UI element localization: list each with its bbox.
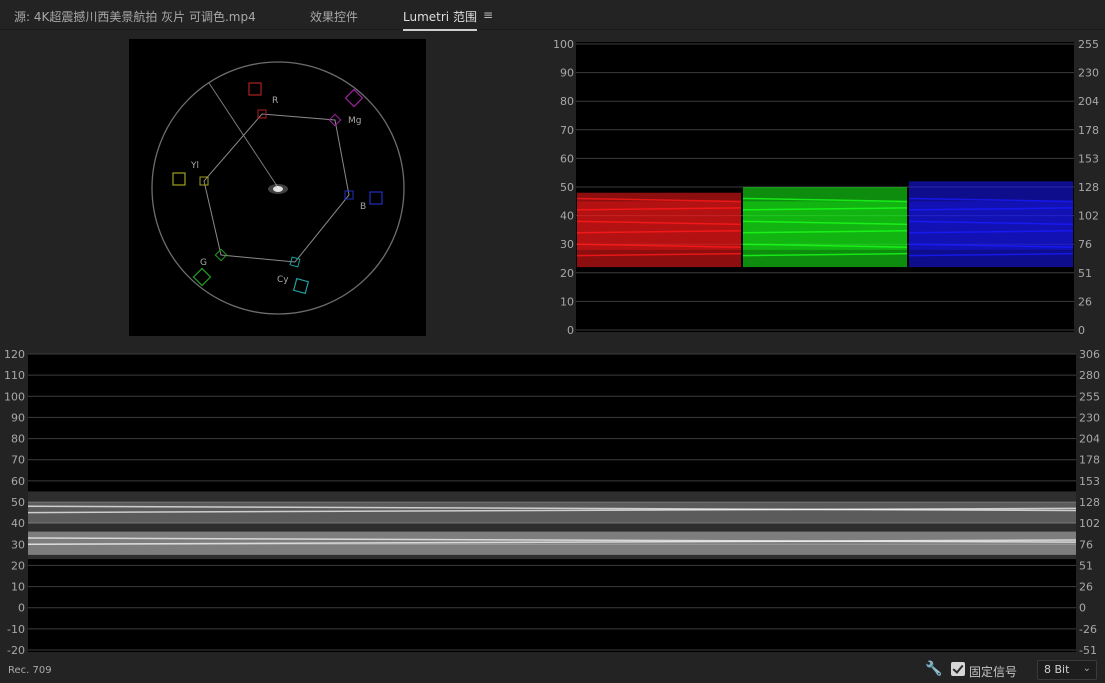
parade-left-tick: 50 <box>560 181 574 194</box>
waveform-right-tick: 26 <box>1079 581 1093 594</box>
panel-tab-bar: 源: 4K超震撼川西美景航拍 灰片 可调色.mp4 效果控件 Lumetri 范… <box>0 0 1105 31</box>
waveform-left-tick: 90 <box>11 411 25 424</box>
skin-tone-line <box>208 82 280 190</box>
waveform-right-tick: 178 <box>1079 454 1100 467</box>
waveform-left-tick: 30 <box>11 538 25 551</box>
parade-left-tick: 80 <box>560 95 574 108</box>
clamp-signal-checkbox[interactable] <box>951 662 965 676</box>
waveform-right-tick: 76 <box>1079 538 1093 551</box>
parade-right-tick: 204 <box>1078 95 1099 108</box>
parade-left-tick: 40 <box>560 210 574 223</box>
parade-left-tick: 60 <box>560 152 574 165</box>
hamburger-menu-icon[interactable]: ≡ <box>483 8 493 22</box>
waveform-right-tick: 102 <box>1079 517 1100 530</box>
tab-source[interactable]: 源: 4K超震撼川西美景航拍 灰片 可调色.mp4 <box>14 8 256 25</box>
parade-left-tick: 20 <box>560 267 574 280</box>
target-outer-yl <box>172 172 186 186</box>
parade-left-tick: 100 <box>553 38 574 51</box>
waveform-right-tick: 204 <box>1079 433 1100 446</box>
label-mg: Mg <box>348 116 361 126</box>
waveform-left-tick: -20 <box>7 644 25 654</box>
parade-left-tick: 70 <box>560 124 574 137</box>
waveform-right-tick: 306 <box>1079 348 1100 361</box>
parade-right-tick: 230 <box>1078 67 1099 80</box>
waveform-left-tick: 0 <box>18 602 25 615</box>
parade-right-tick: 153 <box>1078 152 1099 165</box>
waveform-left-tick: 80 <box>11 433 25 446</box>
bit-depth-dropdown[interactable]: 8 Bit ⌄ <box>1037 660 1097 680</box>
waveform-right-tick: -51 <box>1079 644 1097 654</box>
label-r: R <box>272 96 278 106</box>
target-outer-r <box>248 82 262 96</box>
vectorscope: R Mg B Cy G Yl <box>129 39 426 336</box>
waveform-right-tick: 128 <box>1079 496 1100 509</box>
label-yl: Yl <box>190 161 199 171</box>
waveform-left-tick: 20 <box>11 559 25 572</box>
bit-depth-value: 8 Bit <box>1044 663 1070 676</box>
waveform-left-tick: 60 <box>11 475 25 488</box>
luma-waveform-graphic: 1201101009080706050403020100-10-20 30628… <box>4 348 1100 657</box>
waveform-left-tick: -10 <box>7 623 25 636</box>
rgb-parade: 100 90 80 70 60 50 40 30 20 10 0 255 230 204 178 153 12… <box>540 36 1105 337</box>
rgb-parade-graphic: 1009080706050403020100 25523020417815312… <box>553 38 1099 337</box>
luma-waveform: 120 110 100 90 80 70 60 50 40 30 20 10 0 -10 -20 306 28… <box>0 348 1105 657</box>
label-g: G <box>200 258 207 268</box>
waveform-right-tick: 153 <box>1079 475 1100 488</box>
waveform-left-tick: 110 <box>4 369 25 382</box>
parade-right-tick: 76 <box>1078 238 1092 251</box>
parade-right-tick: 26 <box>1078 295 1092 308</box>
waveform-right-tick: 0 <box>1079 602 1086 615</box>
waveform-left-tick: 10 <box>11 581 25 594</box>
waveform-left-tick: 100 <box>4 390 25 403</box>
parade-right-tick: 0 <box>1078 324 1085 336</box>
waveform-left-tick: 50 <box>11 496 25 509</box>
parade-right-tick: 102 <box>1078 210 1099 223</box>
waveform-right-tick: 51 <box>1079 559 1093 572</box>
label-cy: Cy <box>277 275 289 285</box>
parade-left-tick: 10 <box>560 295 574 308</box>
vectorscope-graphic: R Mg B Cy G Yl <box>151 61 405 315</box>
parade-right-tick: 255 <box>1078 38 1099 51</box>
parade-right-tick: 51 <box>1078 267 1092 280</box>
waveform-left-tick: 120 <box>4 348 25 361</box>
parade-right-tick: 128 <box>1078 181 1099 194</box>
label-b: B <box>360 202 366 212</box>
colorspace-label: Rec. 709 <box>8 665 52 676</box>
tab-lumetri-scopes[interactable]: Lumetri 范围 <box>403 8 477 31</box>
parade-left-tick: 90 <box>560 67 574 80</box>
vectorscope-trace-glow <box>268 184 288 194</box>
wrench-icon[interactable]: 🔧 <box>925 661 942 677</box>
parade-left-tick: 30 <box>560 238 574 251</box>
clamp-signal-label: 固定信号 <box>969 665 1018 679</box>
waveform-left-tick: 40 <box>11 517 25 530</box>
tab-effect-controls[interactable]: 效果控件 <box>310 8 358 25</box>
waveform-right-tick: -26 <box>1079 623 1097 636</box>
waveform-right-tick: 230 <box>1079 411 1100 424</box>
target-outer-cy <box>292 277 310 295</box>
waveform-left-tick: 70 <box>11 454 25 467</box>
target-outer-b <box>369 191 383 205</box>
waveform-right-tick: 280 <box>1079 369 1100 382</box>
parade-left-tick: 0 <box>567 324 574 336</box>
waveform-right-tick: 255 <box>1079 390 1100 403</box>
chevron-down-icon: ⌄ <box>1082 663 1091 674</box>
parade-right-tick: 178 <box>1078 124 1099 137</box>
